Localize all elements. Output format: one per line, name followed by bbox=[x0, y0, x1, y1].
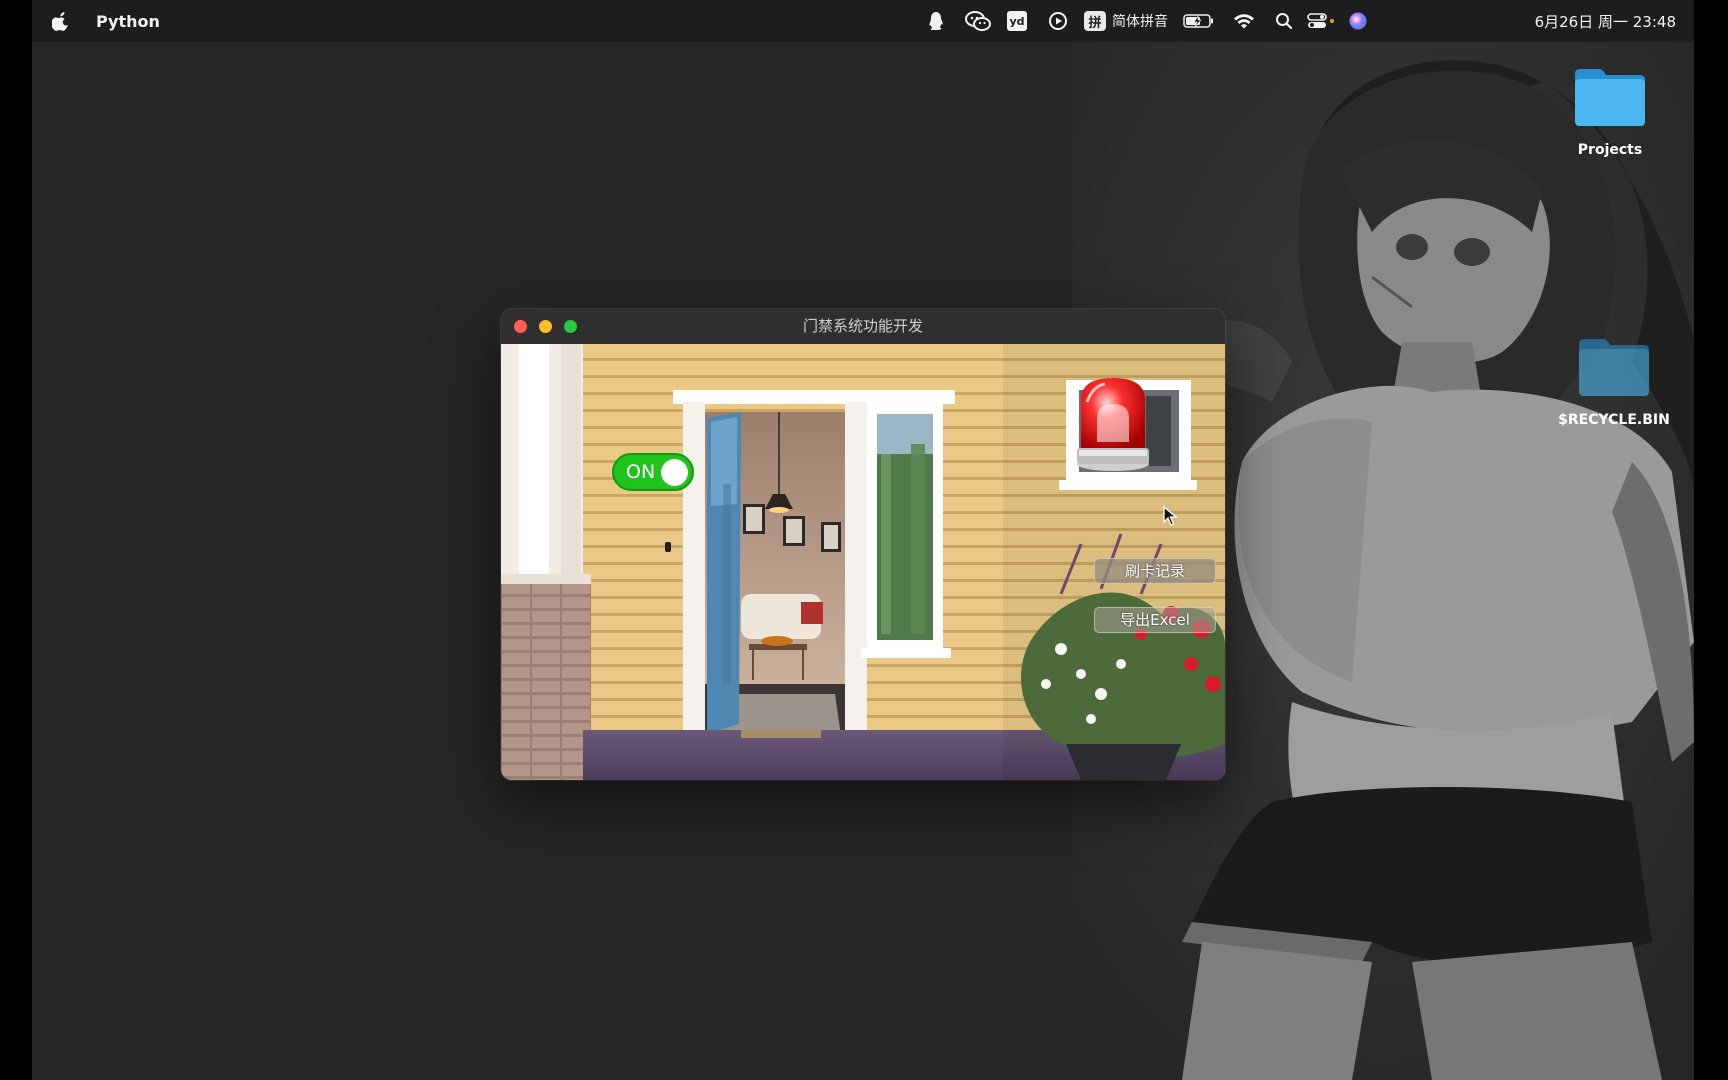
ime-label: 简体拼音 bbox=[1112, 14, 1168, 30]
app-window: 门禁系统功能开发 bbox=[501, 309, 1225, 780]
desktop-icon-recycle-bin[interactable]: $RECYCLE.BIN bbox=[1554, 336, 1674, 428]
siri-icon[interactable] bbox=[1346, 9, 1370, 33]
apple-menu-icon[interactable] bbox=[52, 0, 70, 42]
qq-icon[interactable] bbox=[924, 9, 948, 33]
app-name-menu[interactable]: Python bbox=[96, 0, 160, 42]
input-method-menu[interactable]: 拼 简体拼音 bbox=[1084, 9, 1168, 33]
export-excel-button[interactable]: 导出Excel bbox=[1094, 607, 1216, 633]
mouse-cursor-icon bbox=[1163, 506, 1177, 526]
menu-bar: Python yd 拼 简体拼音 6月26日 周一 23:48 bbox=[32, 0, 1694, 42]
window-title: 门禁系统功能开发 bbox=[802, 317, 923, 335]
card-record-button[interactable]: 刷卡记录 bbox=[1094, 558, 1216, 584]
window-titlebar[interactable]: 门禁系统功能开发 bbox=[501, 309, 1225, 345]
desktop: Python yd 拼 简体拼音 6月26日 周一 23:48 Projects… bbox=[32, 0, 1694, 1080]
battery-icon[interactable] bbox=[1182, 9, 1216, 33]
toggle-knob bbox=[661, 459, 688, 486]
toggle-label: ON bbox=[626, 461, 656, 483]
youdao-icon[interactable]: yd bbox=[1005, 9, 1029, 33]
desktop-icon-label: Projects bbox=[1577, 142, 1643, 158]
folder-icon bbox=[1579, 339, 1649, 396]
youdao-label: yd bbox=[1007, 11, 1027, 31]
control-center-icon[interactable] bbox=[1306, 9, 1338, 33]
desktop-icon-label: $RECYCLE.BIN bbox=[1558, 412, 1670, 428]
play-icon[interactable] bbox=[1046, 9, 1070, 33]
alarm-siren-icon bbox=[1077, 378, 1149, 471]
search-icon[interactable] bbox=[1272, 9, 1296, 33]
folder-icon bbox=[1575, 69, 1645, 126]
ime-icon: 拼 bbox=[1084, 11, 1106, 31]
clock[interactable]: 6月26日 周一 23:48 bbox=[1535, 0, 1676, 42]
wifi-icon[interactable] bbox=[1232, 9, 1256, 33]
wechat-icon[interactable] bbox=[964, 9, 992, 33]
alarm-toggle-switch[interactable]: ON bbox=[612, 453, 694, 491]
desktop-icon-projects[interactable]: Projects bbox=[1550, 66, 1670, 158]
